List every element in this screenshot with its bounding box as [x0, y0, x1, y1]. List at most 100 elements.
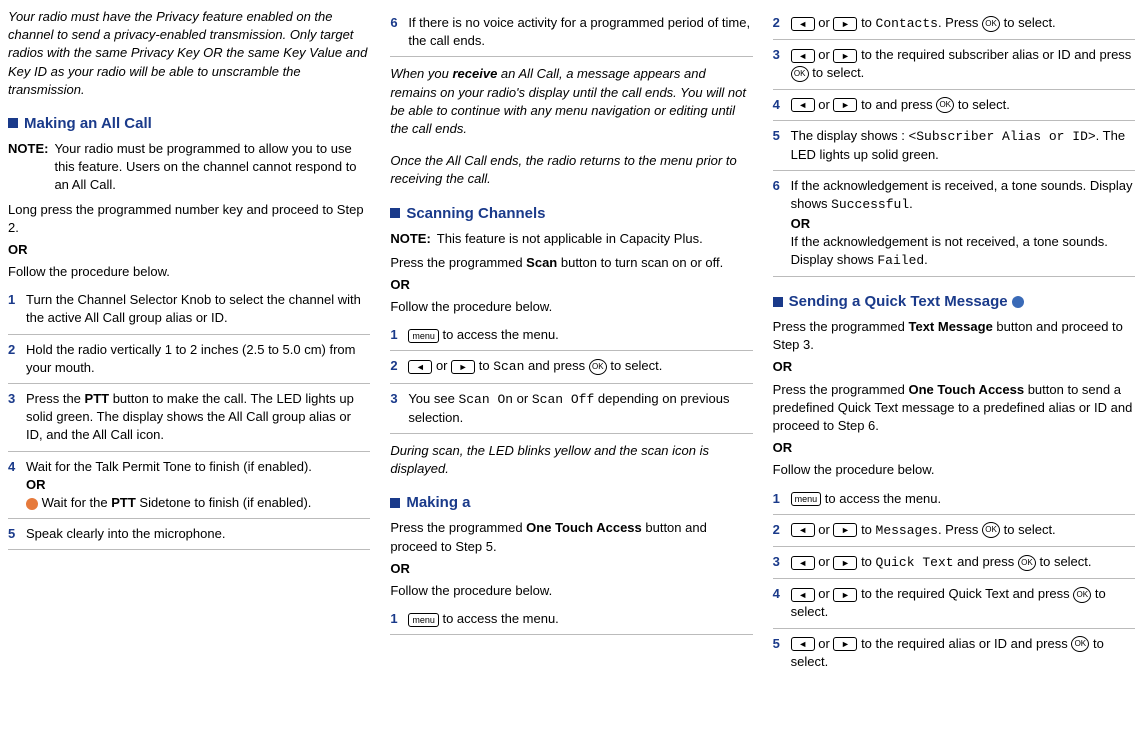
right-key-icon: ► [833, 556, 857, 570]
or-text: OR [773, 439, 1135, 457]
heading-text: Sending a Quick Text Message [789, 291, 1008, 312]
column-2: 6 If there is no voice activity for a pr… [390, 8, 752, 677]
scan-off: Scan Off [532, 392, 594, 407]
status-successful: Successful [831, 197, 909, 212]
note-scan: NOTE: This feature is not applicable in … [390, 230, 752, 248]
step-number: 4 [773, 585, 791, 621]
text: . Press [938, 15, 982, 30]
left-key-icon: ◄ [791, 523, 815, 537]
text: or [815, 522, 834, 537]
text: Wait for the Talk Permit Tone to finish … [26, 459, 312, 474]
text: Press the programmed [390, 255, 526, 270]
one-touch-bold: One Touch Access [909, 382, 1025, 397]
text: Press the programmed [390, 520, 526, 535]
or-text: OR [26, 477, 46, 492]
follow-text: Follow the procedure below. [773, 461, 1135, 479]
left-key-icon: ◄ [791, 637, 815, 651]
text: or [815, 47, 834, 62]
or-text: OR [8, 241, 370, 259]
text: to select. [1000, 15, 1056, 30]
step-body: Speak clearly into the microphone. [26, 525, 370, 543]
step-row: 2 ◄ or ► to Messages. Press OK to select… [773, 515, 1135, 547]
step-row: 3 Press the PTT button to make the call.… [8, 384, 370, 452]
menu-scan: Scan [493, 359, 524, 374]
receive-italic: When you receive an All Call, a message … [390, 65, 752, 138]
text: to access the menu. [439, 611, 559, 626]
step-number: 1 [773, 490, 791, 508]
text: Press the [26, 391, 85, 406]
left-key-icon: ◄ [791, 98, 815, 112]
step-number: 5 [8, 525, 26, 543]
text-message-bold: Text Message [909, 319, 993, 334]
column-3: 2 ◄ or ► to Contacts. Press OK to select… [773, 8, 1135, 677]
text: Wait for the [38, 495, 111, 510]
heading-scanning: Scanning Channels [390, 203, 752, 224]
step-body: ◄ or ► to Scan and press OK to select. [408, 357, 752, 376]
ok-key-icon: OK [982, 522, 1000, 538]
follow-text: Follow the procedure below. [8, 263, 370, 281]
step-body: ◄ or ► to Contacts. Press OK to select. [791, 14, 1135, 33]
step-body: Wait for the Talk Permit Tone to finish … [26, 458, 370, 513]
text: to and press [857, 97, 936, 112]
text: or [815, 554, 834, 569]
right-key-icon: ► [833, 98, 857, 112]
text: and press [524, 358, 588, 373]
scan-press: Press the programmed Scan button to turn… [390, 254, 752, 272]
left-key-icon: ◄ [791, 588, 815, 602]
scan-bold: Scan [526, 255, 557, 270]
menu-key-icon: menu [408, 329, 439, 343]
heading-quick-text: Sending a Quick Text Message [773, 291, 1135, 312]
text: . [924, 252, 928, 267]
text: to select. [809, 65, 865, 80]
step-row: 4 Wait for the Talk Permit Tone to finis… [8, 452, 370, 520]
menu-key-icon: menu [791, 492, 822, 506]
subscriber-template: <Subscriber Alias or ID> [908, 129, 1095, 144]
ptt-bold: PTT [85, 391, 110, 406]
menu-quick-text: Quick Text [876, 555, 954, 570]
right-key-icon: ► [451, 360, 475, 374]
follow-text: Follow the procedure below. [390, 298, 752, 316]
ok-key-icon: OK [1018, 555, 1036, 571]
text: to select. [1000, 522, 1056, 537]
step-body: If the acknowledgement is received, a to… [791, 177, 1135, 270]
text: . Press [938, 522, 982, 537]
text: or [815, 636, 834, 651]
menu-messages: Messages [876, 523, 938, 538]
text: to access the menu. [821, 491, 941, 506]
step-number: 1 [390, 610, 408, 628]
step-body: ◄ or ► to the required Quick Text and pr… [791, 585, 1135, 621]
step-row: 1 Turn the Channel Selector Knob to sele… [8, 285, 370, 334]
text: When you [390, 66, 452, 81]
text: button to turn scan on or off. [557, 255, 723, 270]
step-number: 5 [773, 127, 791, 164]
step-number: 2 [390, 357, 408, 376]
step-body: Hold the radio vertically 1 to 2 inches … [26, 341, 370, 377]
menu-key-icon: menu [408, 613, 439, 627]
step-number: 6 [390, 14, 408, 50]
longpress-text: Long press the programmed number key and… [8, 201, 370, 237]
or-text: OR [773, 358, 1135, 376]
step-body: ◄ or ► to the required alias or ID and p… [791, 635, 1135, 671]
step-body: ◄ or ► to and press OK to select. [791, 96, 1135, 114]
note-all-call: NOTE: Your radio must be programmed to a… [8, 140, 370, 195]
left-key-icon: ◄ [791, 556, 815, 570]
text: to [475, 358, 493, 373]
step-number: 3 [773, 553, 791, 572]
text: to [857, 554, 875, 569]
text: to select. [954, 97, 1010, 112]
step-row: 4 ◄ or ► to and press OK to select. [773, 90, 1135, 121]
column-1: Your radio must have the Privacy feature… [8, 8, 370, 677]
step-body: Press the PTT button to make the call. T… [26, 390, 370, 445]
step-number: 3 [773, 46, 791, 82]
right-key-icon: ► [833, 637, 857, 651]
step-number: 2 [773, 521, 791, 540]
step-number: 3 [390, 390, 408, 427]
step-body: menu to access the menu. [791, 490, 1135, 508]
text: to the required alias or ID and press [857, 636, 1071, 651]
text: to select. [1036, 554, 1092, 569]
note-label: NOTE: [390, 230, 430, 248]
one-touch-quick: Press the programmed One Touch Access bu… [773, 381, 1135, 436]
step-number: 4 [8, 458, 26, 513]
text: The display shows : [791, 128, 909, 143]
step-number: 2 [773, 14, 791, 33]
